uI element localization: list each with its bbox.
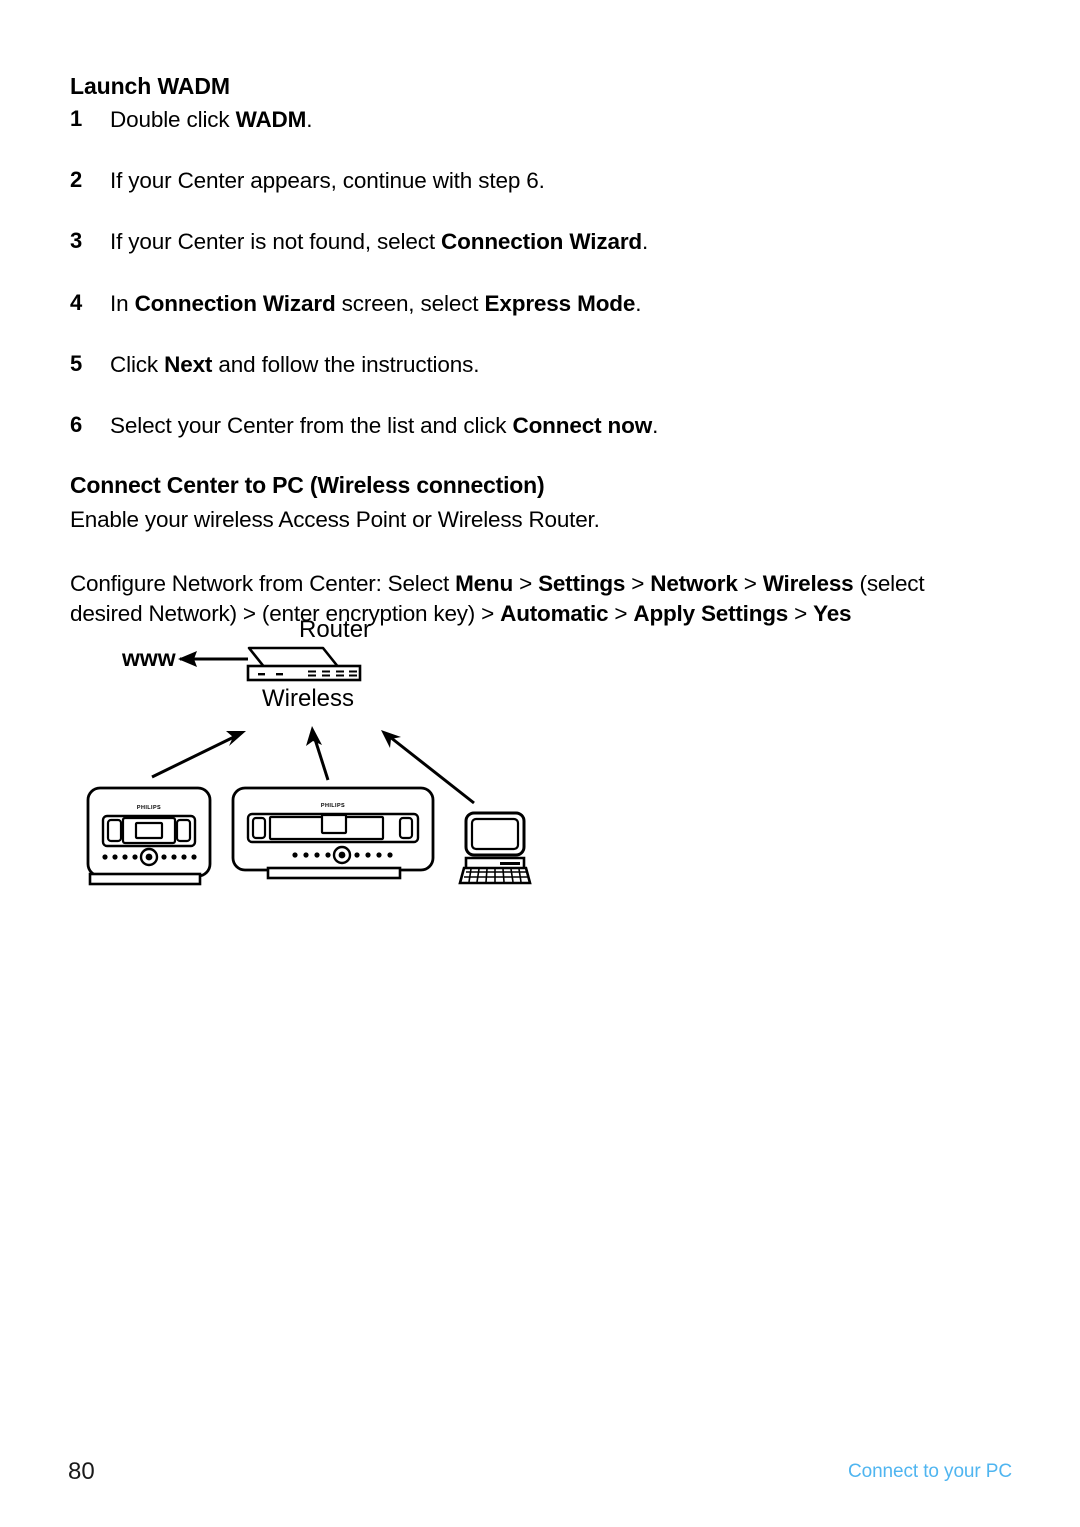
page-footer: 80 Connect to your PC — [0, 1458, 1080, 1498]
philips-brand-label: PHILIPS — [321, 803, 345, 809]
list-item: 1 Double click WADM. — [70, 105, 1010, 134]
manual-page: Launch WADM 1 Double click WADM. 2 If yo… — [0, 0, 1080, 1527]
network-diagram: Router www Wireless PHILIPS PHILIPS — [70, 600, 570, 900]
step-number: 1 — [70, 105, 83, 131]
internet-arrow-icon — [178, 651, 248, 667]
subsection-title: Connect Center to PC (Wireless connectio… — [70, 472, 545, 499]
www-label: www — [121, 645, 176, 671]
step-number: 3 — [70, 228, 83, 254]
step-text: If your Center is not found, select Conn… — [110, 229, 649, 255]
station-device-icon: PHILIPS — [86, 786, 212, 886]
computer-icon — [458, 811, 532, 885]
router-icon — [246, 646, 362, 682]
step-text: Click Next and follow the instructions. — [110, 351, 480, 377]
step-number: 4 — [70, 289, 83, 315]
step-text: Double click WADM. — [110, 106, 313, 132]
subsection-body: Enable your wireless Access Point or Wir… — [70, 507, 600, 533]
list-item: 2 If your Center appears, continue with … — [70, 166, 1010, 195]
router-label: Router — [299, 616, 371, 643]
step-text: In Connection Wizard screen, select Expr… — [110, 290, 642, 316]
step-number: 5 — [70, 350, 83, 376]
wireless-label: Wireless — [262, 685, 354, 712]
list-item: 4 In Connection Wizard screen, select Ex… — [70, 289, 1010, 318]
step-number: 6 — [70, 412, 83, 437]
list-item: 5 Click Next and follow the instructions… — [70, 350, 1010, 379]
list-item: 6 Select your Center from the list and c… — [70, 411, 1010, 440]
step-text: If your Center appears, continue with st… — [110, 168, 545, 193]
list-item: 3 If your Center is not found, select Co… — [70, 227, 1010, 256]
footer-section-label: Connect to your PC — [847, 1461, 1012, 1482]
step-text: Select your Center from the list and cli… — [110, 413, 659, 438]
step-number: 2 — [70, 167, 83, 192]
page-number: 80 — [68, 1458, 95, 1485]
center-device-icon: PHILIPS — [231, 786, 435, 880]
page-content: Launch WADM 1 Double click WADM. 2 If yo… — [70, 72, 1010, 651]
wireless-link-arrow-left-icon — [151, 731, 246, 779]
page-title: Launch WADM — [70, 73, 230, 99]
wireless-link-arrow-center-icon — [306, 726, 330, 781]
philips-brand-label: PHILIPS — [137, 805, 161, 811]
